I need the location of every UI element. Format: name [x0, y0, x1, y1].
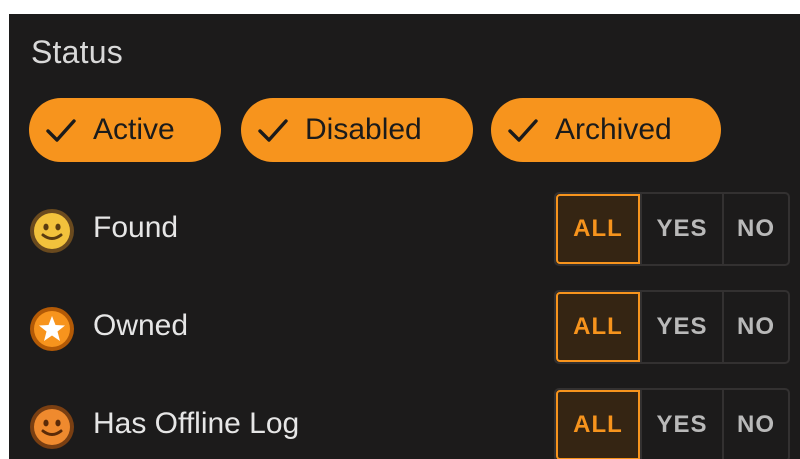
- star-owned-icon: [29, 306, 75, 352]
- option-yes[interactable]: YES: [640, 194, 722, 264]
- filter-row-owned: Owned ALL YES NO: [9, 290, 800, 368]
- tri-state-toggle-owned: ALL YES NO: [554, 290, 790, 364]
- filter-label: Found: [93, 211, 179, 244]
- tri-state-toggle-has-offline-log: ALL YES NO: [554, 388, 790, 459]
- status-filter-panel: Status Active Disabled Archived Found AL…: [9, 14, 800, 459]
- option-no[interactable]: NO: [722, 292, 788, 362]
- filter-label: Has Offline Log: [93, 407, 300, 440]
- checkmark-icon: [507, 114, 539, 146]
- filter-label: Owned: [93, 309, 189, 342]
- chip-label: Archived: [555, 113, 672, 146]
- option-no[interactable]: NO: [722, 194, 788, 264]
- chip-active[interactable]: Active: [29, 98, 221, 162]
- checkmark-icon: [45, 114, 77, 146]
- section-title-status: Status: [31, 34, 123, 70]
- option-all[interactable]: ALL: [556, 390, 640, 459]
- checkmark-icon: [257, 114, 289, 146]
- option-all[interactable]: ALL: [556, 194, 640, 264]
- smiley-offline-log-icon: [29, 404, 75, 450]
- filter-row-has-offline-log: Has Offline Log ALL YES NO: [9, 388, 800, 459]
- chip-disabled[interactable]: Disabled: [241, 98, 473, 162]
- chip-label: Active: [93, 113, 175, 146]
- option-yes[interactable]: YES: [640, 292, 722, 362]
- chip-label: Disabled: [305, 113, 422, 146]
- option-all[interactable]: ALL: [556, 292, 640, 362]
- tri-state-toggle-found: ALL YES NO: [554, 192, 790, 266]
- option-yes[interactable]: YES: [640, 390, 722, 459]
- option-no[interactable]: NO: [722, 390, 788, 459]
- filter-row-found: Found ALL YES NO: [9, 192, 800, 270]
- smiley-found-icon: [29, 208, 75, 254]
- chip-archived[interactable]: Archived: [491, 98, 721, 162]
